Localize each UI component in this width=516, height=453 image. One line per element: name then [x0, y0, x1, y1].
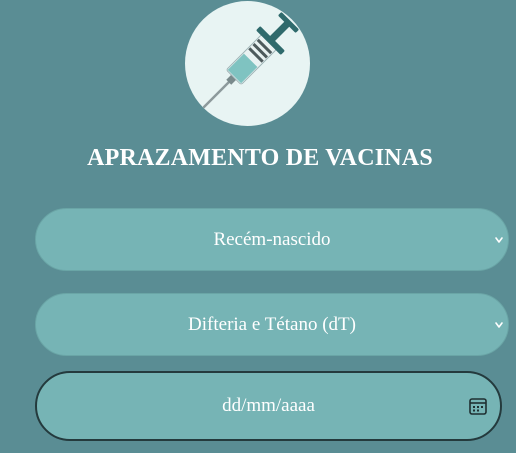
- vaccine-select[interactable]: Difteria e Tétano (dT): [35, 293, 509, 356]
- syringe-logo: [185, 1, 310, 126]
- page: APRAZAMENTO DE VACINAS Recém-nascido Dif…: [0, 0, 516, 453]
- page-title: APRAZAMENTO DE VACINAS: [87, 145, 433, 171]
- date-input[interactable]: dd/mm/aaaa: [35, 371, 502, 441]
- calendar-icon[interactable]: [468, 396, 488, 416]
- syringe-icon: [202, 12, 299, 109]
- age-group-value: Recém-nascido: [213, 228, 331, 250]
- vaccine-value: Difteria e Tétano (dT): [188, 313, 356, 335]
- chevron-down-icon: [495, 236, 503, 243]
- chevron-down-icon: [495, 321, 503, 328]
- age-group-select[interactable]: Recém-nascido: [35, 208, 509, 271]
- date-placeholder: dd/mm/aaaa: [222, 395, 315, 416]
